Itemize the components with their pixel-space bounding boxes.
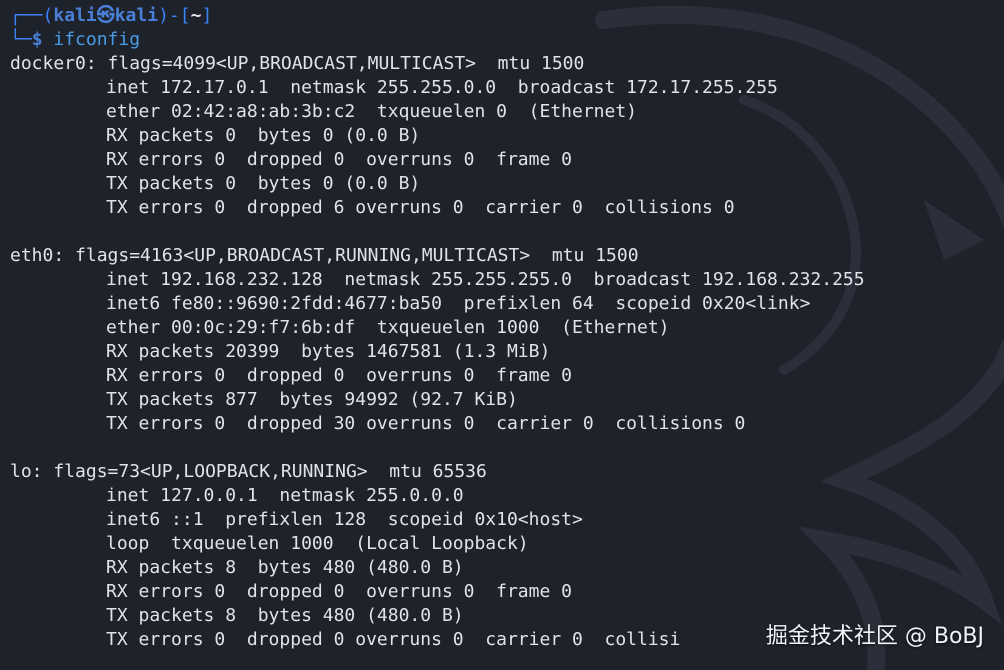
output-line: RX errors 0 dropped 0 overruns 0 frame 0 (106, 581, 572, 602)
output-line: RX packets 0 bytes 0 (0.0 B) (106, 125, 421, 146)
output-line: TX errors 0 dropped 6 overruns 0 carrier… (106, 197, 735, 218)
output-line: TX packets 0 bytes 0 (0.0 B) (106, 173, 421, 194)
output-line: inet6 fe80::9690:2fdd:4677:ba50 prefixle… (106, 293, 811, 314)
prompt-line-top: ┌──(kali㉿kali)-[~] (10, 4, 1004, 28)
output-line: RX packets 8 bytes 480 (480.0 B) (106, 557, 464, 578)
output-line: ether 02:42:a8:ab:3b:c2 txqueuelen 0 (Et… (106, 101, 638, 122)
prompt-close-paren: )-[ (158, 5, 191, 26)
prompt-path: ~ (190, 5, 202, 26)
output-line: RX errors 0 dropped 0 overruns 0 frame 0 (106, 149, 572, 170)
output-line: inet 192.168.232.128 netmask 255.255.255… (106, 269, 865, 290)
prompt-line-command: └─$ ifconfig (10, 28, 1004, 52)
output-line: TX packets 877 bytes 94992 (92.7 KiB) (106, 389, 518, 410)
terminal-output: ┌──(kali㉿kali)-[~] └─$ ifconfig docker0:… (10, 4, 1004, 652)
prompt-separator-icon: ㉿ (96, 5, 115, 26)
command-text: ifconfig (53, 29, 141, 50)
prompt-corner-top: ┌──( (10, 5, 54, 26)
output-line: inet6 ::1 prefixlen 128 scopeid 0x10<hos… (106, 509, 583, 530)
site-watermark-text: 掘金技术社区 @ BoBJ (765, 624, 984, 649)
interface-header-docker0: docker0: flags=4099<UP,BROADCAST,MULTICA… (10, 53, 585, 74)
output-line: ether 00:0c:29:f7:6b:df txqueuelen 1000 … (106, 317, 670, 338)
interface-header-lo: lo: flags=73<UP,LOOPBACK,RUNNING> mtu 65… (10, 461, 487, 482)
output-line: RX packets 20399 bytes 1467581 (1.3 MiB) (106, 341, 551, 362)
output-line: inet 127.0.0.1 netmask 255.0.0.0 (106, 485, 464, 506)
output-line: loop txqueuelen 1000 (Local Loopback) (106, 533, 529, 554)
interface-header-eth0: eth0: flags=4163<UP,BROADCAST,RUNNING,MU… (10, 245, 639, 266)
output-line: TX errors 0 dropped 30 overruns 0 carrie… (106, 413, 746, 434)
prompt-close-bracket: ] (201, 5, 213, 26)
prompt-dollar: $ (31, 29, 43, 50)
output-line: inet 172.17.0.1 netmask 255.255.0.0 broa… (106, 77, 778, 98)
prompt-host: kali (114, 5, 159, 26)
prompt-user: kali (53, 5, 97, 26)
output-line: RX errors 0 dropped 0 overruns 0 frame 0 (106, 365, 572, 386)
prompt-corner-bottom: └─ (10, 29, 32, 50)
terminal-window[interactable]: ┌──(kali㉿kali)-[~] └─$ ifconfig docker0:… (0, 0, 1004, 670)
